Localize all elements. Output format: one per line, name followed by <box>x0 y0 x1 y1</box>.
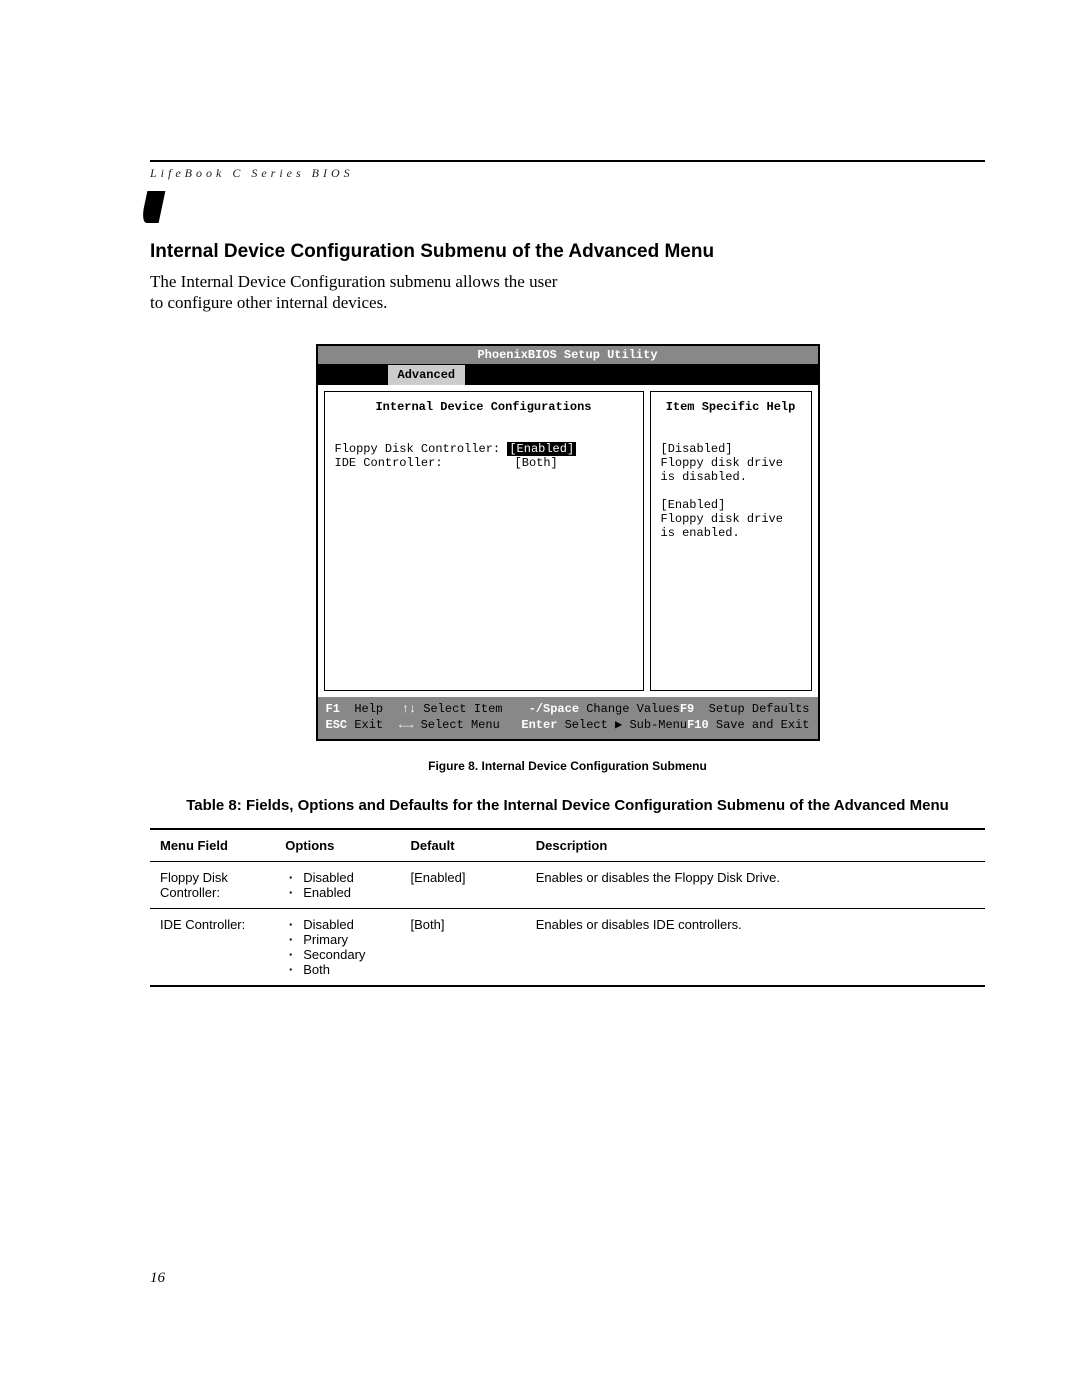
intro-paragraph: The Internal Device Configuration submen… <box>150 271 570 314</box>
field-value[interactable]: [Both] <box>515 456 558 470</box>
key-esc: ESC <box>326 718 348 732</box>
help-disabled-block: [Disabled] Floppy disk drive is disabled… <box>661 442 801 484</box>
cell-default: [Enabled] <box>401 861 526 908</box>
key-f9: F9 <box>680 702 694 716</box>
th-description: Description <box>526 829 985 862</box>
key-space-label: Change Values <box>586 702 680 716</box>
bios-field-floppy[interactable]: Floppy Disk Controller: [Enabled] <box>335 442 633 456</box>
table-row: IDE Controller: Disabled Primary Seconda… <box>150 908 985 986</box>
help-enabled-text: Floppy disk drive is enabled. <box>661 512 801 540</box>
key-lr: ←→ <box>399 718 413 732</box>
cell-description: Enables or disables IDE controllers. <box>526 908 985 986</box>
cell-field: Floppy Disk Controller: <box>150 861 275 908</box>
field-label: IDE Controller: <box>335 456 443 470</box>
key-updown: ↑↓ <box>402 702 416 716</box>
running-head: LifeBook C Series BIOS <box>150 160 985 181</box>
help-enabled-block: [Enabled] Floppy disk drive is enabled. <box>661 498 801 540</box>
option-item: Disabled <box>303 917 390 932</box>
table-title: Table 8: Fields, Options and Defaults fo… <box>150 797 985 814</box>
page: LifeBook C Series BIOS Internal Device C… <box>0 0 1080 1397</box>
bios-footer: F1 Help ↑↓ Select Item -/Space Change Va… <box>318 697 818 739</box>
key-enter: Enter <box>521 718 557 732</box>
key-f10-label: Save and Exit <box>716 718 810 732</box>
section-tab-mark <box>141 191 166 223</box>
option-item: Primary <box>303 932 390 947</box>
bios-field-ide[interactable]: IDE Controller: [Both] <box>335 456 633 470</box>
option-item: Disabled <box>303 870 390 885</box>
table-row: Floppy Disk Controller: Disabled Enabled… <box>150 861 985 908</box>
th-options: Options <box>275 829 400 862</box>
bios-config-title: Internal Device Configurations <box>335 400 633 414</box>
bios-help-title: Item Specific Help <box>661 400 801 414</box>
option-item: Secondary <box>303 947 390 962</box>
key-space: -/Space <box>529 702 579 716</box>
key-updown-label: Select Item <box>423 702 502 716</box>
cell-options: Disabled Enabled <box>275 861 400 908</box>
key-f1: F1 <box>326 702 340 716</box>
cell-description: Enables or disables the Floppy Disk Driv… <box>526 861 985 908</box>
field-value-selected[interactable]: [Enabled] <box>507 442 576 456</box>
help-enabled-label: [Enabled] <box>661 498 801 512</box>
key-esc-label: Exit <box>354 718 383 732</box>
cell-options: Disabled Primary Secondary Both <box>275 908 400 986</box>
th-field: Menu Field <box>150 829 275 862</box>
bios-title: PhoenixBIOS Setup Utility <box>318 346 818 365</box>
key-lr-label: Select Menu <box>421 718 500 732</box>
bios-tab-advanced[interactable]: Advanced <box>388 365 466 385</box>
option-item: Both <box>303 962 390 977</box>
figure-caption: Figure 8. Internal Device Configuration … <box>150 759 985 773</box>
table-header-row: Menu Field Options Default Description <box>150 829 985 862</box>
bios-help-panel: Item Specific Help [Disabled] Floppy dis… <box>650 391 812 691</box>
key-enter-label: Select ▶ Sub-Menu <box>565 718 687 732</box>
key-f1-label: Help <box>354 702 383 716</box>
bios-screen: PhoenixBIOS Setup Utility Advanced Inter… <box>316 344 820 741</box>
key-f9-label: Setup Defaults <box>709 702 810 716</box>
help-disabled-label: [Disabled] <box>661 442 801 456</box>
key-f10: F10 <box>687 718 709 732</box>
cell-field: IDE Controller: <box>150 908 275 986</box>
option-item: Enabled <box>303 885 390 900</box>
bios-config-panel: Internal Device Configurations Floppy Di… <box>324 391 644 691</box>
options-table: Menu Field Options Default Description F… <box>150 828 985 987</box>
field-label: Floppy Disk Controller: <box>335 442 501 456</box>
help-disabled-text: Floppy disk drive is disabled. <box>661 456 801 484</box>
bios-menubar: Advanced <box>318 365 818 385</box>
cell-default: [Both] <box>401 908 526 986</box>
page-number: 16 <box>150 1270 165 1287</box>
section-heading: Internal Device Configuration Submenu of… <box>150 241 985 263</box>
th-default: Default <box>401 829 526 862</box>
